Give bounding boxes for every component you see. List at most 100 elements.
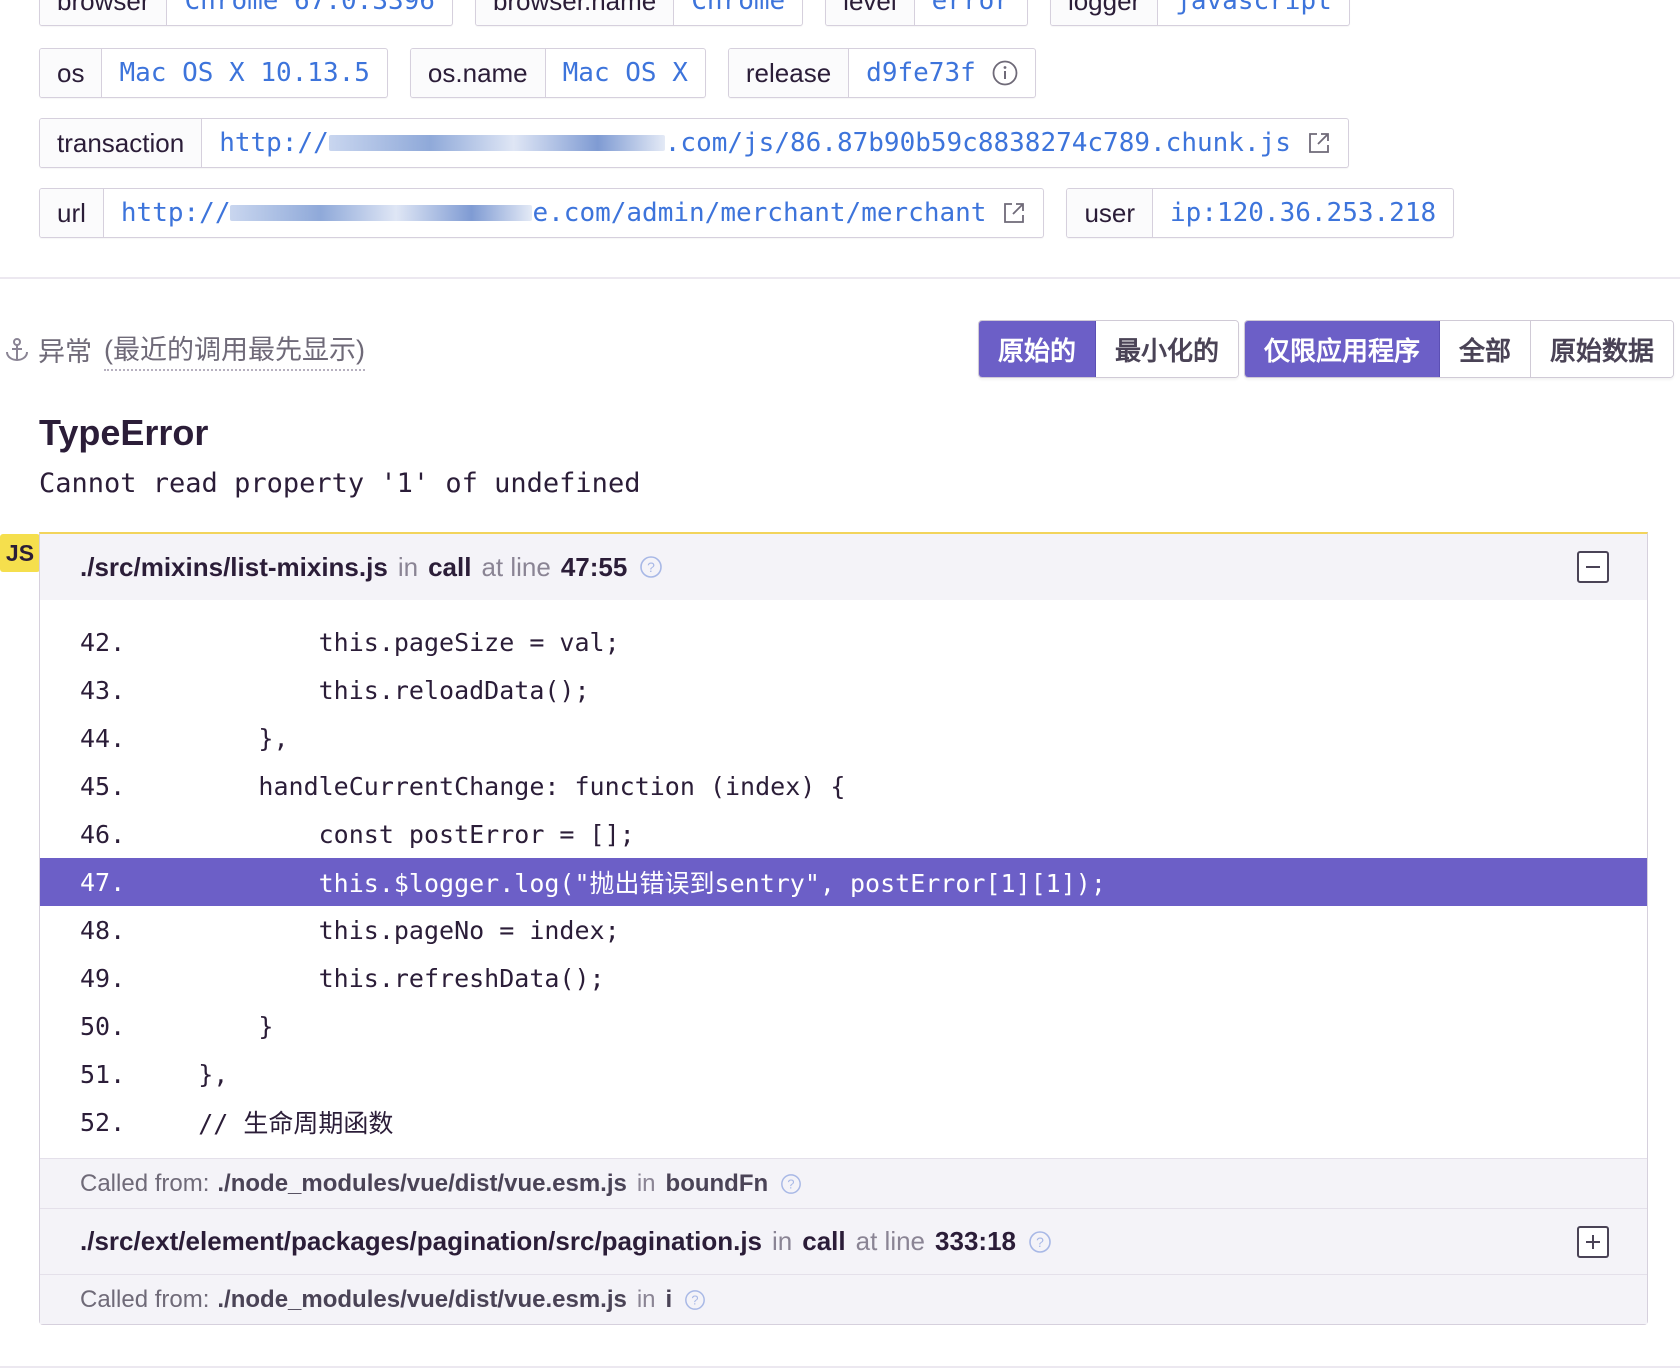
tag-key: level	[826, 0, 915, 25]
line-number: 50.	[80, 1011, 126, 1041]
frame-file: ./src/ext/element/packages/pagination/sr…	[80, 1226, 763, 1256]
tag-key: transaction	[40, 119, 203, 167]
help-icon[interactable]: ?	[780, 1173, 802, 1195]
transaction-suffix: .com/js/86.87b90b59c8838274c789.chunk.js	[664, 128, 1291, 158]
platform-badge: JS	[0, 534, 40, 572]
app-only-button[interactable]: 仅限应用程序	[1245, 321, 1441, 377]
transaction-prefix: http://	[219, 128, 329, 158]
raw-button[interactable]: 原始数据	[1531, 321, 1674, 377]
called-from-row: Called from: ./node_modules/vue/dist/vue…	[40, 1274, 1647, 1324]
tag-browser-name[interactable]: browser.name Chrome	[474, 0, 804, 26]
tag-key: release	[728, 49, 850, 97]
tag-key: os	[40, 49, 103, 97]
filter-toggle-group: 仅限应用程序 全部 原始数据	[1244, 320, 1675, 378]
tag-value[interactable]: Mac OS X 10.13.5	[102, 49, 386, 97]
line-number: 43.	[80, 675, 126, 705]
tag-transaction[interactable]: transaction http:// .com/js/86.87b90b59c8…	[39, 118, 1349, 168]
redacted-host	[328, 135, 665, 151]
error-type: TypeError	[39, 412, 209, 453]
svg-text:?: ?	[1036, 1234, 1044, 1250]
line-source: const postError = [];	[138, 819, 635, 849]
line-number: 46.	[80, 819, 126, 849]
tag-value[interactable]: http:// .com/js/86.87b90b59c8838274c789.c…	[202, 119, 1348, 167]
line-number: 48.	[80, 915, 126, 945]
code-line: 52. // 生命周期函数	[40, 1098, 1647, 1146]
frame-at-label: at line	[855, 1226, 926, 1256]
tag-release[interactable]: release d9fe73f	[727, 48, 1036, 98]
frame-function: call	[428, 551, 472, 582]
line-number: 52.	[80, 1107, 126, 1137]
url-suffix: e.com/admin/merchant/merchant	[532, 198, 987, 228]
line-source: },	[138, 1059, 229, 1089]
svg-text:?: ?	[788, 1176, 795, 1191]
frame-line: 333:18	[935, 1226, 1016, 1256]
tag-row-1: browser Chrome 67.0.3396 browser.name Ch…	[39, 0, 1350, 26]
line-number: 44.	[80, 723, 126, 753]
code-line: 46. const postError = [];	[40, 810, 1647, 858]
tag-browser[interactable]: browser Chrome 67.0.3396	[39, 0, 453, 26]
tag-logger[interactable]: logger javascript	[1049, 0, 1350, 26]
frame-in-label: in	[772, 1226, 793, 1256]
anchor-icon[interactable]	[4, 337, 30, 363]
url-prefix: http://	[120, 198, 231, 228]
external-link-icon[interactable]	[1307, 131, 1331, 155]
frame-header[interactable]: ./src/ext/element/packages/pagination/sr…	[40, 1208, 1647, 1274]
info-icon[interactable]	[992, 60, 1018, 86]
stack-trace: ./src/mixins/list-mixins.js in call at l…	[39, 532, 1648, 1325]
code-line: 43. this.reloadData();	[40, 666, 1647, 714]
code-context: 42. this.pageSize = val; 43. this.reloadD…	[40, 600, 1647, 1158]
redacted-host	[230, 205, 533, 221]
expand-frame-button[interactable]	[1577, 1226, 1609, 1258]
tag-key: browser	[40, 0, 168, 25]
external-link-icon[interactable]	[1002, 201, 1026, 225]
exception-title: 异常	[38, 337, 92, 367]
line-source: handleCurrentChange: function (index) {	[138, 771, 846, 801]
tag-user[interactable]: user ip:120.36.253.218	[1066, 188, 1455, 238]
tag-key: logger	[1050, 0, 1159, 25]
code-line-highlighted: 47. this.$logger.log("抛出错误到sentry", post…	[40, 858, 1647, 906]
help-icon[interactable]: ?	[1028, 1230, 1052, 1254]
tag-value[interactable]: error	[915, 0, 1027, 25]
frame-line: 47:55	[560, 551, 628, 582]
exception-heading: 异常 (最近的调用最先显示)	[4, 328, 365, 371]
tag-row-3: transaction http:// .com/js/86.87b90b59c8…	[39, 118, 1349, 168]
line-source: this.pageNo = index;	[138, 915, 620, 945]
tag-value[interactable]: http:// e.com/admin/merchant/merchant	[104, 189, 1044, 237]
full-button[interactable]: 全部	[1440, 321, 1532, 377]
tag-key: os.name	[410, 49, 546, 97]
original-view-button[interactable]: 原始的	[979, 321, 1097, 377]
minified-view-button[interactable]: 最小化的	[1096, 321, 1239, 377]
help-icon[interactable]: ?	[639, 555, 663, 579]
tag-os-name[interactable]: os.name Mac OS X	[409, 48, 706, 98]
tag-value[interactable]: Chrome	[674, 0, 802, 25]
frame-header[interactable]: ./src/mixins/list-mixins.js in call at l…	[40, 534, 1647, 600]
tag-value[interactable]: Mac OS X	[546, 49, 705, 97]
called-from-function: i	[665, 1285, 673, 1313]
help-icon[interactable]: ?	[684, 1289, 706, 1311]
tag-level[interactable]: level error	[825, 0, 1028, 26]
tag-row-2: os Mac OS X 10.13.5 os.name Mac OS X rel…	[39, 48, 1036, 98]
line-source: this.refreshData();	[138, 963, 605, 993]
code-line: 48. this.pageNo = index;	[40, 906, 1647, 954]
tag-os[interactable]: os Mac OS X 10.13.5	[39, 48, 388, 98]
tag-key: url	[40, 189, 104, 237]
tag-url[interactable]: url http:// e.com/admin/merchant/merchant	[39, 188, 1045, 238]
tag-value[interactable]: javascript	[1158, 0, 1349, 25]
line-source: this.$logger.log("抛出错误到sentry", postErro…	[138, 869, 1106, 898]
error-message: Cannot read property '1' of undefined	[39, 468, 641, 499]
called-from-label: Called from:	[80, 1285, 210, 1313]
tag-value[interactable]: Chrome 67.0.3396	[167, 0, 451, 25]
called-from-row: Called from: ./node_modules/vue/dist/vue…	[40, 1158, 1647, 1208]
svg-text:?: ?	[692, 1292, 699, 1307]
collapse-frame-button[interactable]	[1577, 551, 1609, 583]
tag-value[interactable]: d9fe73f	[849, 49, 1035, 97]
code-line: 49. this.refreshData();	[40, 954, 1647, 1002]
line-source: },	[138, 723, 289, 753]
frame-at-label: at line	[481, 551, 551, 582]
tag-value[interactable]: ip:120.36.253.218	[1153, 189, 1453, 237]
called-from-label: Called from:	[80, 1169, 210, 1197]
frame-file: ./src/mixins/list-mixins.js	[80, 551, 388, 582]
exception-order-note[interactable]: (最近的调用最先显示)	[104, 328, 365, 371]
code-line: 44. },	[40, 714, 1647, 762]
line-source: }	[138, 1011, 274, 1041]
